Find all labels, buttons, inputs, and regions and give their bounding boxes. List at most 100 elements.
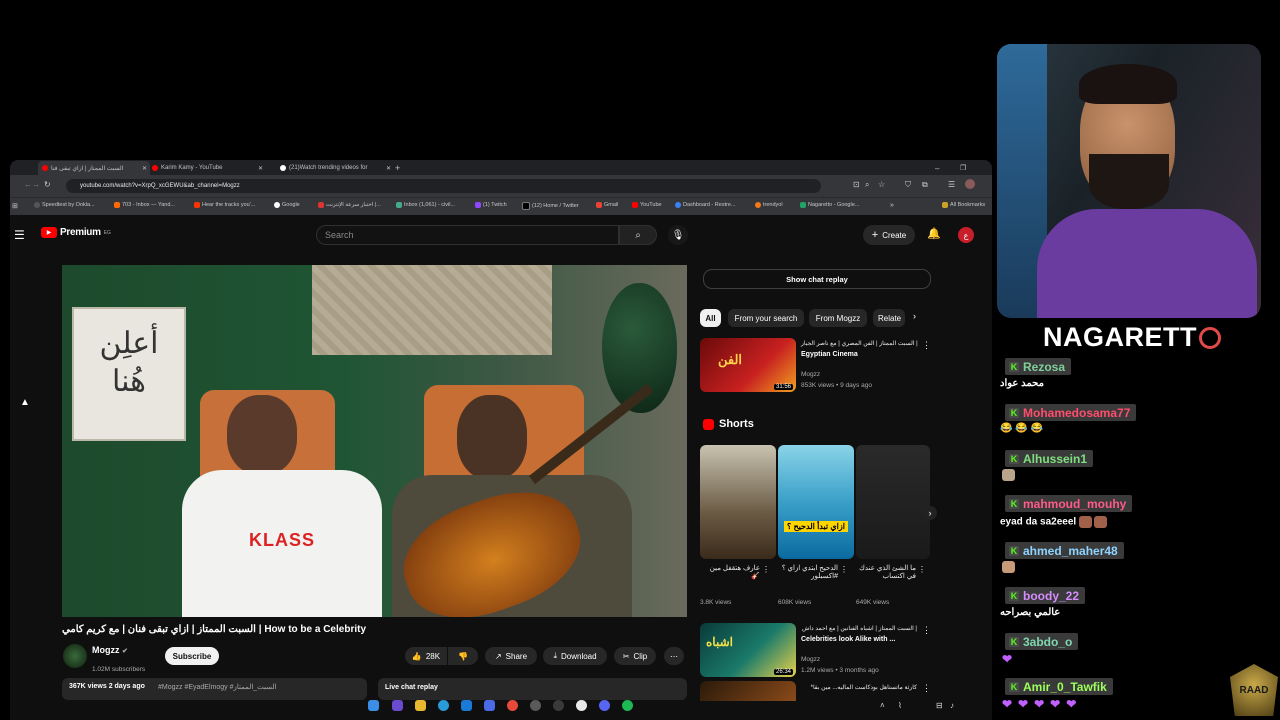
show-chat-replay-button[interactable]: Show chat replay bbox=[703, 269, 931, 289]
more-vert-icon[interactable]: ⋮ bbox=[922, 683, 931, 694]
extensions-icon[interactable]: ⧉ bbox=[922, 180, 928, 190]
youtube-header: ☰ ▶ Premium EG Search ⌕ 🎙 + Create 🔔 ع bbox=[10, 215, 992, 255]
short-title[interactable]: الدحيح ابتدي ازاي ؟ #اكسبلور bbox=[778, 564, 838, 580]
chip-from-mogzz[interactable]: From Mogzz bbox=[809, 309, 867, 327]
tab-karim-kamy[interactable]: Karim Kamy - YouTube ✕ bbox=[148, 161, 266, 175]
channel-name[interactable]: Mogzz ✔ bbox=[92, 645, 128, 655]
rec-thumbnail[interactable]: الفن 31:56 bbox=[700, 338, 796, 392]
more-actions-icon[interactable]: ⋯ bbox=[664, 647, 684, 665]
more-vert-icon[interactable]: ⋮ bbox=[922, 340, 931, 351]
more-vert-icon[interactable]: ⋮ bbox=[918, 565, 926, 574]
close-tab-icon[interactable]: ✕ bbox=[386, 165, 394, 172]
shield-icon[interactable]: ⛉ bbox=[905, 180, 911, 190]
short-title[interactable]: عارف هتقفل مين 🎸 bbox=[700, 564, 760, 580]
reload-icon[interactable]: ↻ bbox=[44, 180, 51, 189]
chip-all[interactable]: All bbox=[700, 309, 721, 327]
clip-button[interactable]: ✂ Clip bbox=[614, 647, 656, 665]
bookmark-twitter[interactable]: (12) Home / Twitter bbox=[522, 202, 579, 210]
bookmark-trendyol[interactable]: trendyol bbox=[755, 202, 783, 208]
rec-title-ar[interactable]: السبت الممتاز | اشباه الفنانين | مع احمد… bbox=[801, 625, 917, 632]
chrome-icon[interactable] bbox=[507, 700, 518, 711]
short-title[interactable]: ما الشئ الذي عندك في اكتساب bbox=[856, 564, 916, 580]
usb-icon[interactable]: ⌇ bbox=[898, 701, 902, 710]
bookmark-gmail[interactable]: Gmail bbox=[596, 202, 618, 208]
rec-title-en[interactable]: Egyptian Cinema bbox=[801, 351, 858, 358]
bookmark-inbox[interactable]: Inbox (1,061) - civil... bbox=[396, 202, 455, 208]
bookmark-nagaretto[interactable]: Nagaretto - Google... bbox=[800, 202, 859, 208]
discord-icon[interactable] bbox=[599, 700, 610, 711]
obs-icon[interactable] bbox=[553, 700, 564, 711]
forward-icon[interactable]: → bbox=[32, 180, 40, 189]
close-tab-icon[interactable]: ✕ bbox=[258, 165, 266, 172]
more-vert-icon[interactable]: ⋮ bbox=[762, 565, 770, 574]
like-button[interactable]: 👍 28K bbox=[405, 647, 447, 665]
subscribe-button[interactable]: Subscribe bbox=[165, 647, 219, 665]
bookmark-speed-test-ar[interactable]: اختبار سرعة الإنترنت |... bbox=[318, 202, 381, 208]
sidebar-icon[interactable]: ☰ bbox=[948, 180, 955, 189]
video-player[interactable]: أعلِن هُنا KLASS bbox=[62, 265, 687, 617]
spotify-icon[interactable] bbox=[622, 700, 633, 711]
hashtags[interactable]: #Mogzz #EyadElmogy #السبت_الممتاز bbox=[158, 683, 276, 691]
file-explorer-icon[interactable] bbox=[415, 700, 426, 711]
zoom-icon[interactable]: ⌕ bbox=[865, 180, 869, 190]
all-bookmarks[interactable]: All Bookmarks bbox=[942, 202, 985, 208]
bookmark-star-icon[interactable]: ☆ bbox=[878, 180, 885, 189]
tab-active[interactable]: السبت الممتاز | ازاي تبقى فنا ✕ bbox=[38, 161, 150, 175]
more-bookmarks-icon[interactable]: » bbox=[890, 202, 894, 209]
short-thumbnail[interactable] bbox=[700, 445, 776, 559]
shorts-next-icon[interactable]: › bbox=[923, 506, 937, 520]
rec-thumbnail[interactable] bbox=[700, 681, 796, 701]
short-thumbnail[interactable] bbox=[856, 445, 930, 559]
profile-avatar[interactable] bbox=[965, 179, 975, 189]
search-button[interactable]: ⌕ bbox=[619, 225, 657, 245]
chevron-right-icon[interactable]: › bbox=[913, 311, 916, 321]
bookmark-speedtest[interactable]: Speedtest by Ookla... bbox=[34, 202, 95, 208]
minimize-icon[interactable]: – bbox=[935, 161, 945, 175]
more-vert-icon[interactable]: ⋮ bbox=[840, 565, 848, 574]
edge-icon[interactable] bbox=[438, 700, 449, 711]
chip-from-your-search[interactable]: From your search bbox=[728, 309, 804, 327]
youtube-logo[interactable]: ▶ Premium EG bbox=[41, 227, 111, 238]
create-button[interactable]: + Create bbox=[863, 225, 915, 245]
short-thumbnail[interactable]: ازاي تبدأ الدحيح ؟ bbox=[778, 445, 854, 559]
search-input[interactable]: Search bbox=[316, 225, 619, 245]
chip-related[interactable]: Relate bbox=[873, 309, 905, 327]
download-button[interactable]: ⤓ Download bbox=[543, 647, 607, 665]
volume-icon[interactable]: ♪ bbox=[950, 701, 954, 710]
back-icon[interactable]: ← bbox=[24, 180, 32, 189]
copilot-icon[interactable] bbox=[392, 700, 403, 711]
bookmark-restream[interactable]: Dashboard - Restre... bbox=[675, 202, 736, 208]
notifications-bell-icon[interactable]: 🔔 bbox=[927, 227, 941, 240]
rec-thumbnail[interactable]: اشباه 26:34 bbox=[700, 623, 796, 677]
apps-grid-icon[interactable]: ⊞ bbox=[12, 202, 18, 210]
app-icon[interactable] bbox=[484, 700, 495, 711]
account-avatar[interactable]: ع bbox=[958, 227, 974, 243]
tab-tiktok[interactable]: (21)Watch trending videos for ✕ bbox=[276, 161, 394, 175]
outlook-icon[interactable] bbox=[461, 700, 472, 711]
rec-title[interactable]: *كارثة ماتستاهل بودكاست الماليه... مين ب… bbox=[801, 684, 917, 691]
bookmark-yandex[interactable]: 703 - Inbox — Yand... bbox=[114, 202, 175, 208]
start-windows-icon[interactable] bbox=[368, 700, 379, 711]
bookmark-soundcloud[interactable]: Hear the tracks you'... bbox=[194, 202, 255, 208]
description-box[interactable]: 367K views 2 days ago #Mogzz #EyadElmogy… bbox=[62, 678, 367, 700]
bookmark-youtube[interactable]: YouTube bbox=[632, 202, 662, 208]
microphone-icon[interactable]: 🎙 bbox=[668, 225, 688, 245]
menu-icon[interactable]: ☰ bbox=[14, 228, 25, 242]
channel-avatar[interactable] bbox=[63, 644, 87, 668]
rec-title-ar[interactable]: السبت الممتاز | الفن المصري | مع ناصر ال… bbox=[801, 340, 918, 347]
new-tab-button[interactable]: + bbox=[395, 161, 405, 175]
bookmark-twitch[interactable]: (1) Twitch bbox=[475, 202, 507, 208]
chevron-up-icon[interactable]: ˄ bbox=[880, 701, 885, 710]
maximize-icon[interactable]: ❐ bbox=[960, 161, 970, 175]
share-button[interactable]: ↗ Share bbox=[485, 647, 537, 665]
dislike-button[interactable]: 👎 bbox=[448, 647, 478, 665]
app-icon[interactable] bbox=[576, 700, 587, 711]
install-app-icon[interactable]: ⊡ bbox=[853, 180, 860, 189]
network-icon[interactable]: ⊟ bbox=[936, 701, 943, 710]
address-bar[interactable]: youtube.com/watch?v=XrpQ_xcGEWU&ab_chann… bbox=[66, 179, 821, 193]
app-icon[interactable] bbox=[530, 700, 541, 711]
rec-title-en[interactable]: Celebrities look Alike with ... bbox=[801, 636, 895, 643]
more-vert-icon[interactable]: ⋮ bbox=[922, 625, 931, 636]
live-chat-replay-box[interactable]: Live chat replay bbox=[378, 678, 687, 700]
bookmark-google[interactable]: Google bbox=[274, 202, 300, 208]
